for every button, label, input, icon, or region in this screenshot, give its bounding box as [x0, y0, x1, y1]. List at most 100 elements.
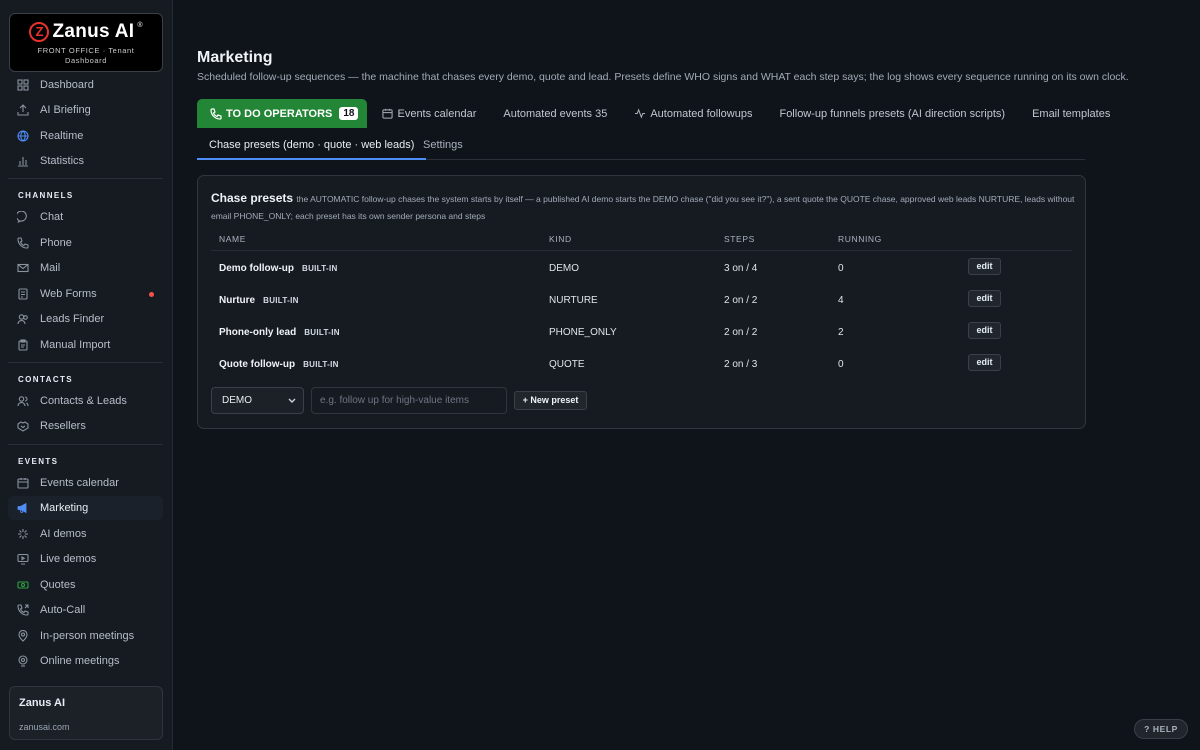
edit-button[interactable]: edit: [968, 258, 1001, 275]
new-preset-button[interactable]: + New preset: [514, 391, 587, 410]
sidebar-item-live-demos[interactable]: Live demos: [8, 547, 163, 571]
edit-button[interactable]: edit: [968, 354, 1001, 371]
built-in-tag: BUILT-IN: [303, 360, 339, 369]
preset-kind-select[interactable]: DEMO: [211, 387, 304, 414]
calendar-icon: [382, 108, 394, 119]
sidebar-item-chat[interactable]: Chat: [8, 205, 163, 229]
preset-name-input[interactable]: e.g. follow up for high-value items: [311, 387, 507, 414]
sidebar-item-label: Realtime: [40, 130, 84, 142]
sidebar-item-mail[interactable]: Mail: [8, 256, 163, 280]
tenant-name: Zanus AI: [19, 697, 66, 709]
section-heading-channels: CHANNELS: [18, 191, 74, 200]
sidebar-item-statistics[interactable]: Statistics: [8, 149, 163, 173]
chevron-down-icon: [288, 398, 296, 403]
sidebar-item-label: Online meetings: [40, 655, 120, 667]
logo-text: Zanus AI: [52, 21, 135, 42]
preset-name: Phone-only lead: [219, 327, 297, 338]
sidebar-item-leads-finder[interactable]: Leads Finder: [8, 307, 163, 331]
form-icon: [18, 288, 28, 300]
chat-bubble-icon: [17, 211, 27, 223]
page-description: Scheduled follow-up sequences — the mach…: [197, 71, 1129, 83]
card-header: Chase presets the AUTOMATIC follow-up ch…: [211, 190, 1077, 224]
sidebar-item-label: Auto-Call: [40, 604, 86, 616]
tab-todo-operators[interactable]: TO DO OPERATORS 18: [197, 99, 368, 128]
sidebar-item-realtime[interactable]: Realtime: [8, 124, 163, 148]
subtabs: Chase presets (demo · quote · web leads)…: [197, 135, 1085, 160]
phone-forward-icon: [17, 604, 29, 616]
sidebar-item-label: In-person meetings: [40, 630, 135, 642]
sidebar-item-phone[interactable]: Phone: [8, 231, 163, 255]
preset-name-cell: Quote follow-up BUILT-IN: [219, 359, 339, 370]
divider: [8, 444, 163, 445]
video-pin-icon: [18, 655, 28, 667]
sidebar-item-label: AI demos: [40, 528, 87, 540]
preset-steps: 2 on / 2: [724, 295, 758, 306]
preset-running: 0: [838, 263, 844, 274]
tab-label: Automated followups: [650, 107, 753, 120]
edit-button[interactable]: edit: [968, 290, 1001, 307]
tab-label: Email templates: [1032, 107, 1111, 120]
phone-icon: [17, 237, 29, 249]
sidebar-item-in-person-meetings[interactable]: In-person meetings: [8, 624, 163, 648]
edit-button[interactable]: edit: [968, 322, 1001, 339]
handshake-icon: [17, 421, 29, 432]
subtab-settings[interactable]: Settings: [423, 135, 463, 160]
table-header-divider: [211, 250, 1072, 251]
sidebar-item-quotes[interactable]: Quotes: [8, 573, 163, 597]
divider: [8, 178, 163, 179]
sidebar-item-marketing[interactable]: Marketing: [8, 496, 163, 520]
map-pin-icon: [18, 630, 28, 642]
sidebar-item-online-meetings[interactable]: Online meetings: [8, 649, 163, 673]
help-button[interactable]: ? HELP: [1134, 719, 1188, 739]
monitor-play-icon: [17, 553, 29, 565]
sidebar-item-label: Phone: [40, 237, 72, 249]
tenant-url: zanusai.com: [19, 722, 70, 732]
brand-logo[interactable]: Z Zanus AI ® FRONT OFFICE · Tenant Dashb…: [9, 13, 163, 72]
page-title: Marketing: [197, 49, 273, 66]
main-tabs: TO DO OPERATORS 18 Events calendar Autom…: [197, 99, 1110, 128]
tab-label: Events calendar: [397, 107, 477, 120]
column-header-running: RUNNING: [838, 234, 882, 244]
logo-mark: Z: [29, 22, 50, 42]
sidebar-item-label: Live demos: [40, 553, 97, 565]
sidebar-item-label: AI Briefing: [40, 104, 91, 116]
preset-kind: NURTURE: [549, 295, 598, 306]
preset-running: 2: [838, 327, 844, 338]
sidebar-item-manual-import[interactable]: Manual Import: [8, 333, 163, 357]
sidebar-item-resellers[interactable]: Resellers: [8, 414, 163, 438]
section-heading-events: EVENTS: [18, 457, 59, 466]
tab-automated-events[interactable]: Automated events 35: [503, 108, 607, 120]
divider: [8, 362, 163, 363]
tab-events-calendar[interactable]: Events calendar: [382, 108, 476, 120]
sparkle-icon: [18, 529, 28, 539]
subtab-chase-presets[interactable]: Chase presets (demo · quote · web leads): [197, 135, 427, 160]
sidebar-item-ai-briefing[interactable]: AI Briefing: [8, 98, 163, 122]
built-in-tag: BUILT-IN: [263, 296, 299, 305]
sidebar-item-auto-call[interactable]: Auto-Call: [8, 598, 163, 622]
tab-followup-funnels[interactable]: Follow-up funnels presets (AI direction …: [779, 108, 1005, 120]
preset-name: Quote follow-up: [219, 359, 296, 370]
card-description: the AUTOMATIC follow-up chases the syste…: [211, 194, 1075, 221]
tab-email-templates[interactable]: Email templates: [1032, 108, 1110, 120]
sidebar-item-dashboard[interactable]: Dashboard: [8, 73, 163, 97]
sidebar-item-label: Contacts & Leads: [40, 395, 127, 407]
megaphone-icon: [17, 502, 27, 514]
sidebar-item-contacts-leads[interactable]: Contacts & Leads: [8, 389, 163, 413]
column-header-kind: KIND: [549, 234, 572, 244]
tenant-card[interactable]: Zanus AI zanusai.com: [9, 686, 163, 740]
contacts-icon: [17, 396, 29, 407]
preset-running: 4: [838, 295, 844, 306]
sidebar-item-events-calendar[interactable]: Events calendar: [8, 471, 163, 495]
tab-automated-followups[interactable]: Automated followups: [634, 108, 752, 120]
preset-name-cell: Phone-only lead BUILT-IN: [219, 327, 340, 338]
preset-kind: PHONE_ONLY: [549, 327, 617, 338]
logo-subtitle: FRONT OFFICE · Tenant: [37, 46, 135, 55]
sidebar-item-label: Events calendar: [40, 477, 119, 489]
built-in-tag: BUILT-IN: [302, 264, 338, 273]
sidebar-item-web-forms[interactable]: Web Forms: [8, 282, 163, 306]
card-title: Chase presets: [211, 191, 294, 205]
calendar-icon: [17, 478, 29, 489]
alert-dot: [149, 291, 154, 297]
sidebar-item-ai-demos[interactable]: AI demos: [8, 522, 163, 546]
sidebar-item-label: Marketing: [40, 502, 89, 514]
